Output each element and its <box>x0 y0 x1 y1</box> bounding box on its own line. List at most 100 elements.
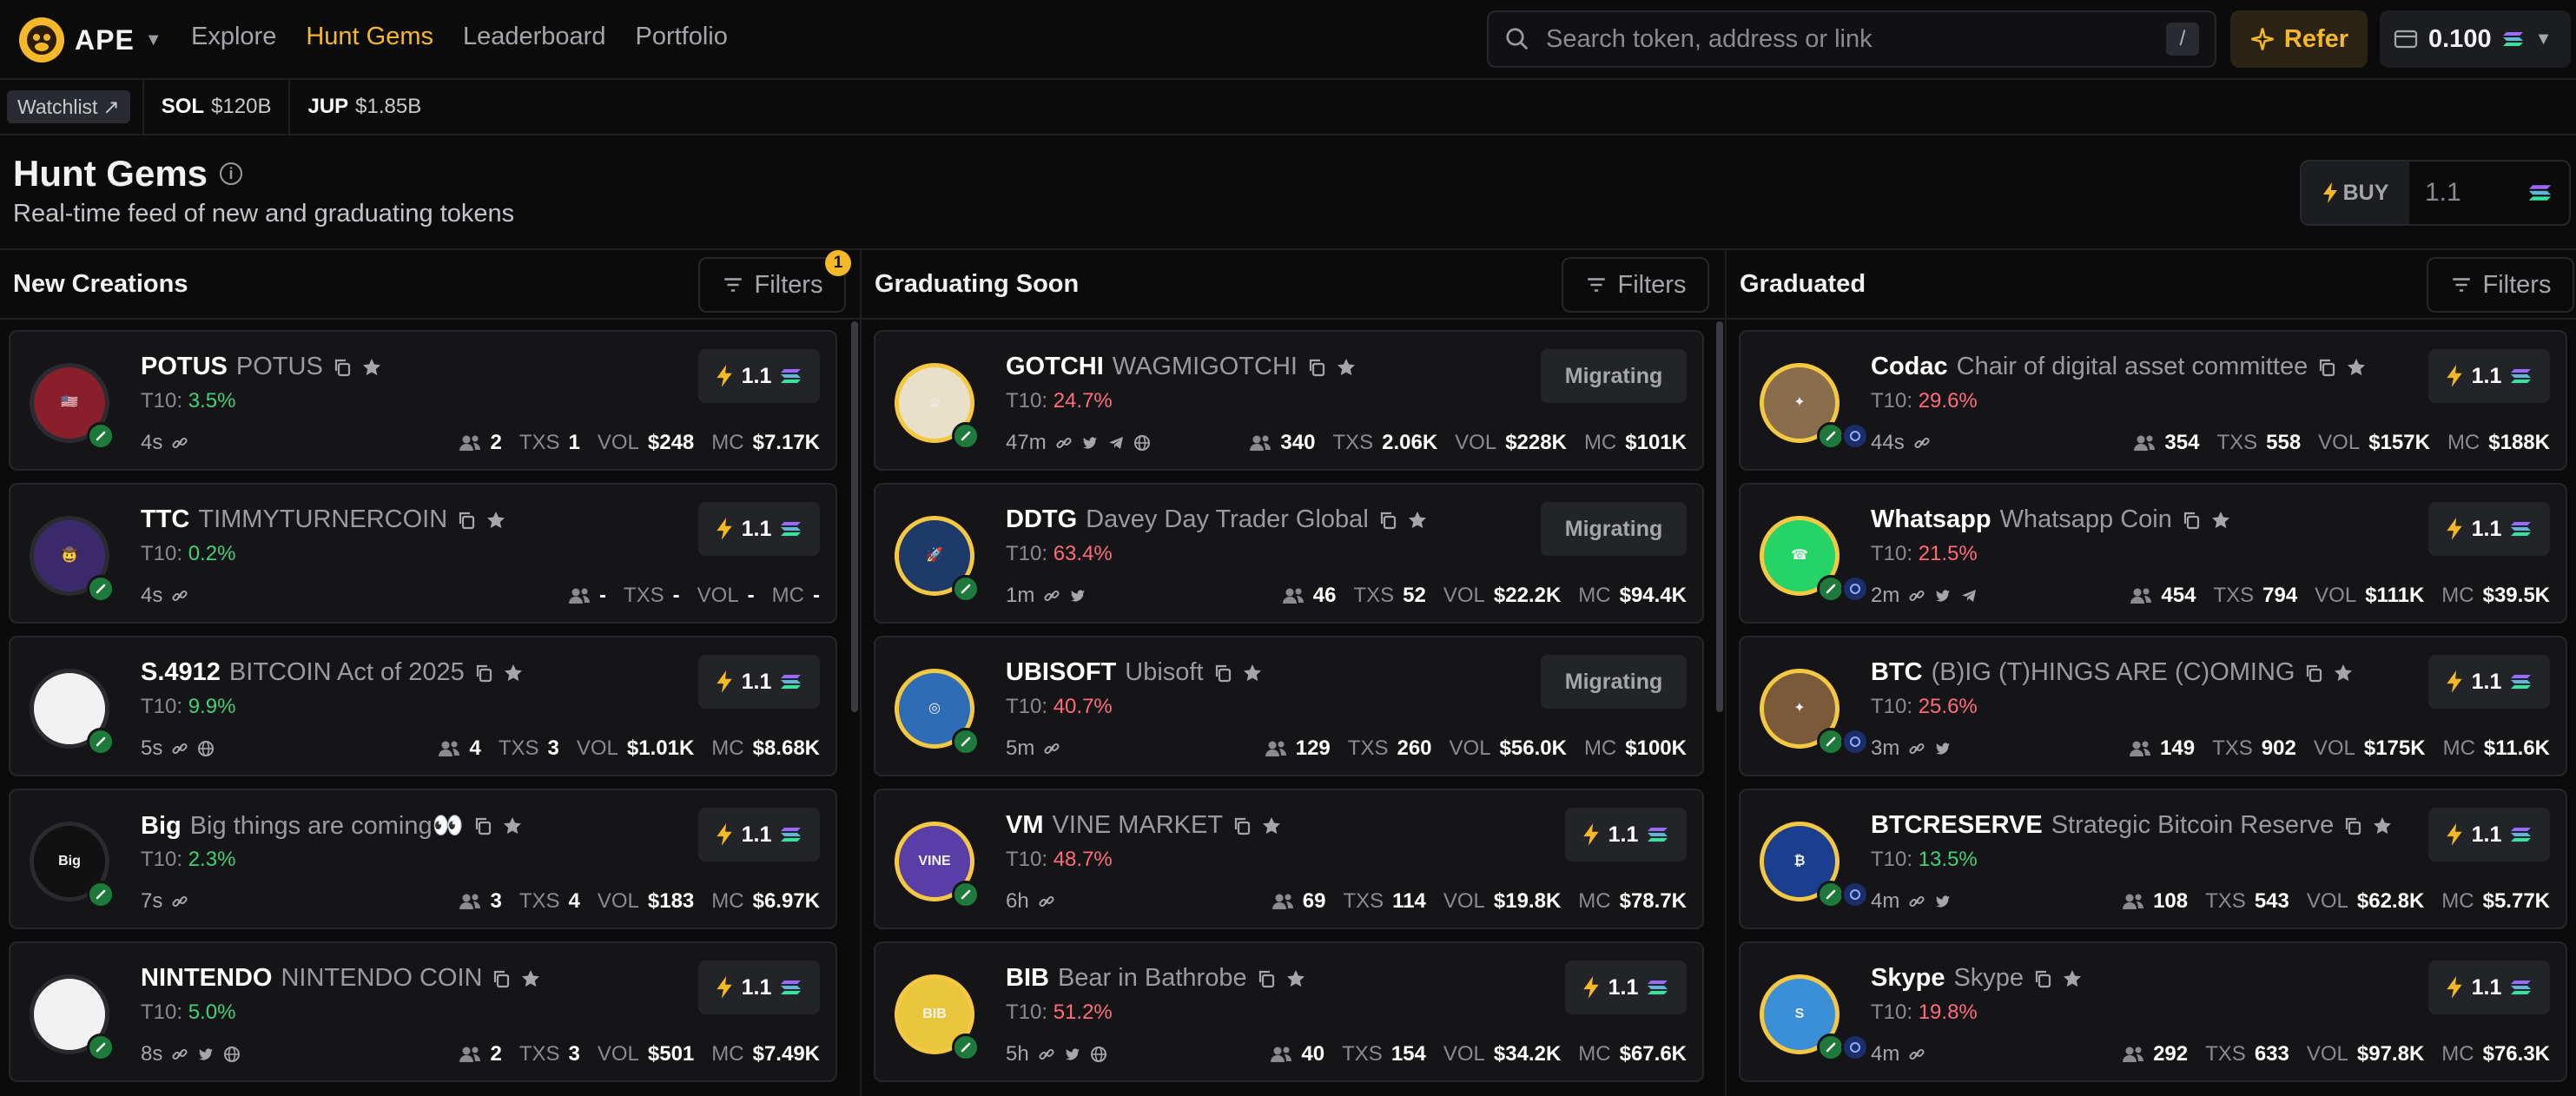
nav-explore[interactable]: Explore <box>191 23 276 51</box>
token-card[interactable]: BIB BIB Bear in Bathrobe T10: 51.2% 5h 40 TXS 1… <box>874 941 1704 1082</box>
copy-icon[interactable] <box>1232 815 1252 836</box>
twitter-icon[interactable] <box>1081 434 1099 452</box>
link-icon[interactable] <box>1043 587 1060 604</box>
scrollbar[interactable] <box>851 321 858 712</box>
filters-button[interactable]: Filters 1 <box>698 250 851 313</box>
token-card[interactable]: VINE VM VINE MARKET T10: 48.7% 6h 69 TXS 114 VOL… <box>874 789 1704 929</box>
twitter-icon[interactable] <box>1934 587 1952 604</box>
link-icon[interactable] <box>1908 587 1925 604</box>
filters-button[interactable]: Filters <box>2427 257 2574 313</box>
twitter-icon[interactable] <box>1934 893 1952 910</box>
telegram-icon[interactable] <box>1960 587 1978 604</box>
globe-icon[interactable] <box>1090 1046 1107 1063</box>
copy-icon[interactable] <box>456 510 477 531</box>
star-icon[interactable] <box>1407 510 1428 531</box>
quick-buy-input[interactable]: 1.1 <box>2409 178 2527 208</box>
quick-buy-button[interactable]: 1.1 <box>1565 808 1687 862</box>
quick-buy-button[interactable]: 1.1 <box>2428 808 2550 862</box>
copy-icon[interactable] <box>2032 968 2053 989</box>
quick-buy-button[interactable]: 1.1 <box>698 349 820 403</box>
token-card[interactable]: ☎ Whatsapp Whatsapp Coin T10: 21.5% 2m 454 TXS… <box>1739 483 2567 624</box>
telegram-icon[interactable] <box>1107 434 1125 452</box>
copy-icon[interactable] <box>473 663 494 683</box>
link-icon[interactable] <box>1908 740 1925 757</box>
copy-icon[interactable] <box>472 815 493 836</box>
star-icon[interactable] <box>1336 357 1357 378</box>
link-icon[interactable] <box>171 893 188 910</box>
copy-icon[interactable] <box>1306 357 1327 378</box>
globe-icon[interactable] <box>1133 434 1151 452</box>
twitter-icon[interactable] <box>197 1046 215 1063</box>
star-icon[interactable] <box>502 815 523 836</box>
quick-buy-button[interactable]: 1.1 <box>698 502 820 556</box>
chevron-down-icon[interactable]: ▼ <box>145 30 162 50</box>
copy-icon[interactable] <box>2303 663 2324 683</box>
globe-icon[interactable] <box>197 740 215 757</box>
link-icon[interactable] <box>171 740 188 757</box>
star-icon[interactable] <box>2062 968 2083 989</box>
link-icon[interactable] <box>1913 434 1931 452</box>
quick-buy-amount[interactable]: BUY 1.1 <box>2300 160 2571 226</box>
token-card[interactable]: ✦ Codac Chair of digital asset committee T1… <box>1739 330 2567 471</box>
token-card[interactable]: S Skype Skype T10: 19.8% 4m 292 TXS 633 VOL $97.8… <box>1739 941 2567 1082</box>
token-card[interactable]: Big Big Big things are coming👀 T10: 2.3% 7s 3… <box>9 789 837 929</box>
link-icon[interactable] <box>1043 740 1060 757</box>
copy-icon[interactable] <box>2316 357 2337 378</box>
link-icon[interactable] <box>1908 893 1925 910</box>
copy-icon[interactable] <box>1212 663 1233 683</box>
scrollbar[interactable] <box>1716 321 1723 712</box>
quick-buy-button[interactable]: 1.1 <box>2428 502 2550 556</box>
token-card[interactable]: ☺ GOTCHI WAGMIGOTCHI T10: 24.7% 47m 340 TXS 2.0… <box>874 330 1704 471</box>
token-card[interactable]: ✦ BTC (B)IG (T)HINGS ARE (C)OMING T10: 25.6… <box>1739 636 2567 776</box>
quick-buy-button[interactable]: 1.1 <box>698 655 820 709</box>
nav-hunt-gems[interactable]: Hunt Gems <box>306 23 433 51</box>
star-icon[interactable] <box>2333 663 2354 683</box>
star-icon[interactable] <box>1285 968 1306 989</box>
star-icon[interactable] <box>1261 815 1282 836</box>
twitter-icon[interactable] <box>1069 587 1087 604</box>
globe-icon[interactable] <box>223 1046 241 1063</box>
info-icon[interactable]: i <box>220 162 243 185</box>
quick-buy-button[interactable]: 1.1 <box>2428 655 2550 709</box>
token-card[interactable]: 🇺🇸 POTUS POTUS T10: 3.5% 4s 2 TXS 1 VOL $248 MC $7.… <box>9 330 837 471</box>
star-icon[interactable] <box>2210 510 2231 531</box>
link-icon[interactable] <box>171 434 188 452</box>
star-icon[interactable] <box>503 663 524 683</box>
token-card[interactable]: Nintendo NINTENDO NINTENDO COIN T10: 5.0% 8s… <box>9 941 837 1082</box>
link-icon[interactable] <box>171 1046 188 1063</box>
refer-button[interactable]: Refer <box>2230 10 2368 68</box>
nav-leaderboard[interactable]: Leaderboard <box>463 23 605 51</box>
link-icon[interactable] <box>1038 1046 1055 1063</box>
link-icon[interactable] <box>1055 434 1073 452</box>
quick-buy-button[interactable]: 1.1 <box>698 961 820 1014</box>
link-icon[interactable] <box>171 587 188 604</box>
token-card[interactable]: 🚀 DDTG Davey Day Trader Global T10: 63.4% 1m… <box>874 483 1704 624</box>
token-card[interactable]: 🤠 TTC TIMMYTURNERCOIN T10: 0.2% 4s - TXS - VOL - M… <box>9 483 837 624</box>
star-icon[interactable] <box>520 968 541 989</box>
token-card[interactable]: ₿ S.4912 BITCOIN Act of 2025 T10: 9.9% 5s 4 TX… <box>9 636 837 776</box>
token-card[interactable]: ◎ UBISOFT Ubisoft T10: 40.7% 5m 129 TXS 260 VOL $… <box>874 636 1704 776</box>
star-icon[interactable] <box>2346 357 2367 378</box>
quick-buy-button[interactable]: 1.1 <box>1565 961 1687 1014</box>
search-input[interactable] <box>1546 24 2166 54</box>
search-bar[interactable]: / <box>1487 10 2216 68</box>
brand-logo[interactable]: APE ▼ <box>19 17 162 63</box>
twitter-icon[interactable] <box>1064 1046 1081 1063</box>
quick-buy-button[interactable]: 1.1 <box>2428 349 2550 403</box>
link-icon[interactable] <box>1908 1046 1925 1063</box>
copy-icon[interactable] <box>2181 510 2202 531</box>
link-icon[interactable] <box>1038 893 1055 910</box>
copy-icon[interactable] <box>1377 510 1398 531</box>
quick-buy-button[interactable]: 1.1 <box>2428 961 2550 1014</box>
quick-buy-button[interactable]: 1.1 <box>698 808 820 862</box>
star-icon[interactable] <box>485 510 506 531</box>
token-card[interactable]: ₿ BTCRESERVE Strategic Bitcoin Reserve T10:… <box>1739 789 2567 929</box>
filters-button[interactable]: Filters <box>1562 257 1709 313</box>
copy-icon[interactable] <box>332 357 353 378</box>
watchlist-button[interactable]: Watchlist ↗ <box>7 90 130 123</box>
ticker-jup[interactable]: JUP $1.85B <box>288 79 439 135</box>
wallet-button[interactable]: 0.100 ▼ <box>2380 10 2571 68</box>
copy-icon[interactable] <box>2342 815 2363 836</box>
twitter-icon[interactable] <box>1934 740 1952 757</box>
copy-icon[interactable] <box>491 968 512 989</box>
